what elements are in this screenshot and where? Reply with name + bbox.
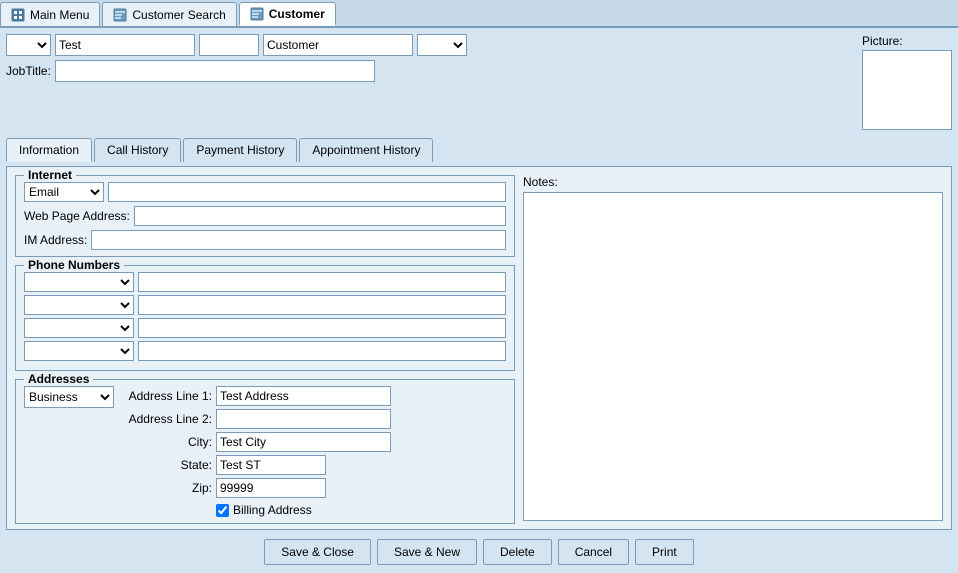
bottom-bar: Save & Close Save & New Delete Cancel Pr… xyxy=(6,534,952,567)
top-section: Mr. Mrs. Ms. Dr. Jr. Sr. II III JobTitle… xyxy=(6,34,952,130)
phone-input-2[interactable] xyxy=(138,295,506,315)
internet-section: Internet Email Email 2 Email 3 Web Page … xyxy=(15,175,515,257)
address-line2-input[interactable] xyxy=(216,409,391,429)
tab-call-history[interactable]: Call History xyxy=(94,138,181,162)
tab-appointment-history[interactable]: Appointment History xyxy=(299,138,433,162)
right-panel: Notes: xyxy=(523,175,943,521)
suffix-select[interactable]: Jr. Sr. II III xyxy=(417,34,467,56)
city-label: City: xyxy=(122,435,212,449)
save-new-button[interactable]: Save & New xyxy=(377,539,477,565)
address-line1-input[interactable] xyxy=(216,386,391,406)
im-address-input[interactable] xyxy=(91,230,506,250)
picture-box: Picture: xyxy=(862,34,952,130)
prefix-select[interactable]: Mr. Mrs. Ms. Dr. xyxy=(6,34,51,56)
addresses-legend: Addresses xyxy=(24,372,93,386)
internet-legend: Internet xyxy=(24,168,76,182)
phone-type-select-2[interactable]: HomeWorkMobileFax xyxy=(24,295,134,315)
im-address-row: IM Address: xyxy=(24,230,506,250)
customer-icon xyxy=(250,7,264,21)
address-type-select[interactable]: Business Home Other xyxy=(24,386,114,408)
picture-label: Picture: xyxy=(862,34,903,48)
name-row: Mr. Mrs. Ms. Dr. Jr. Sr. II III xyxy=(6,34,856,56)
first-name-input[interactable] xyxy=(55,34,195,56)
tab-call-history-label: Call History xyxy=(107,143,168,157)
city-input[interactable] xyxy=(216,432,391,452)
notes-textarea[interactable] xyxy=(523,192,943,521)
left-panel: Internet Email Email 2 Email 3 Web Page … xyxy=(15,175,515,521)
address-line1-label: Address Line 1: xyxy=(122,389,212,403)
picture-frame xyxy=(862,50,952,130)
title-tabs-bar: Main Menu Customer Search Customer xyxy=(0,0,958,28)
phone-row-1: HomeWorkMobileFax xyxy=(24,272,506,292)
phone-type-select-3[interactable]: HomeWorkMobileFax xyxy=(24,318,134,338)
content-tabs-bar: Information Call History Payment History… xyxy=(6,138,952,162)
job-title-input[interactable] xyxy=(55,60,375,82)
phone-numbers-section: Phone Numbers HomeWorkMobileFax HomeWork… xyxy=(15,265,515,371)
billing-checkbox[interactable] xyxy=(216,504,229,517)
billing-checkbox-row: Billing Address xyxy=(122,503,391,517)
address-line2-row: Address Line 2: xyxy=(122,409,391,429)
web-page-label: Web Page Address: xyxy=(24,209,130,223)
tab-customer-search-label: Customer Search xyxy=(132,8,225,22)
job-title-row: JobTitle: xyxy=(6,60,856,82)
im-address-label: IM Address: xyxy=(24,233,87,247)
tab-main-menu[interactable]: Main Menu xyxy=(0,2,100,26)
tab-information-label: Information xyxy=(19,143,79,157)
billing-label: Billing Address xyxy=(233,503,312,517)
address-fields: Address Line 1: Address Line 2: City: xyxy=(122,386,391,517)
tab-appointment-history-label: Appointment History xyxy=(312,143,420,157)
zip-row: Zip: xyxy=(122,478,391,498)
zip-label: Zip: xyxy=(122,481,212,495)
state-label: State: xyxy=(122,458,212,472)
tab-panel-information: Internet Email Email 2 Email 3 Web Page … xyxy=(6,166,952,530)
tab-payment-history-label: Payment History xyxy=(196,143,284,157)
customer-search-icon xyxy=(113,8,127,22)
cancel-button[interactable]: Cancel xyxy=(558,539,629,565)
middle-initial-input[interactable] xyxy=(199,34,259,56)
addresses-section: Addresses Business Home Other Address Li… xyxy=(15,379,515,524)
phone-type-select-1[interactable]: HomeWorkMobileFax xyxy=(24,272,134,292)
tab-customer[interactable]: Customer xyxy=(239,2,336,26)
tab-payment-history[interactable]: Payment History xyxy=(183,138,297,162)
web-page-row: Web Page Address: xyxy=(24,206,506,226)
state-input[interactable] xyxy=(216,455,326,475)
phone-input-1[interactable] xyxy=(138,272,506,292)
state-row: State: xyxy=(122,455,391,475)
print-button[interactable]: Print xyxy=(635,539,694,565)
email-row: Email Email 2 Email 3 xyxy=(24,182,506,202)
phone-row-4: HomeWorkMobileFax xyxy=(24,341,506,361)
address-line1-row: Address Line 1: xyxy=(122,386,391,406)
tab-main-menu-label: Main Menu xyxy=(30,8,89,22)
save-close-button[interactable]: Save & Close xyxy=(264,539,371,565)
tab-information[interactable]: Information xyxy=(6,138,92,162)
tab-customer-search[interactable]: Customer Search xyxy=(102,2,236,26)
zip-input[interactable] xyxy=(216,478,326,498)
address-inner: Business Home Other Address Line 1: Addr… xyxy=(24,386,506,517)
last-name-input[interactable] xyxy=(263,34,413,56)
web-page-input[interactable] xyxy=(134,206,506,226)
delete-button[interactable]: Delete xyxy=(483,539,552,565)
name-fields: Mr. Mrs. Ms. Dr. Jr. Sr. II III JobTitle… xyxy=(6,34,856,82)
phone-input-3[interactable] xyxy=(138,318,506,338)
address-line2-label: Address Line 2: xyxy=(122,412,212,426)
notes-label: Notes: xyxy=(523,175,943,189)
phone-row-3: HomeWorkMobileFax xyxy=(24,318,506,338)
job-title-label: JobTitle: xyxy=(6,64,51,78)
email-input[interactable] xyxy=(108,182,506,202)
home-icon xyxy=(11,8,25,22)
main-container: Mr. Mrs. Ms. Dr. Jr. Sr. II III JobTitle… xyxy=(0,28,958,573)
phone-row-2: HomeWorkMobileFax xyxy=(24,295,506,315)
email-type-select[interactable]: Email Email 2 Email 3 xyxy=(24,182,104,202)
phone-type-select-4[interactable]: HomeWorkMobileFax xyxy=(24,341,134,361)
city-row: City: xyxy=(122,432,391,452)
phone-numbers-legend: Phone Numbers xyxy=(24,258,124,272)
tab-customer-label: Customer xyxy=(269,7,325,21)
phone-input-4[interactable] xyxy=(138,341,506,361)
